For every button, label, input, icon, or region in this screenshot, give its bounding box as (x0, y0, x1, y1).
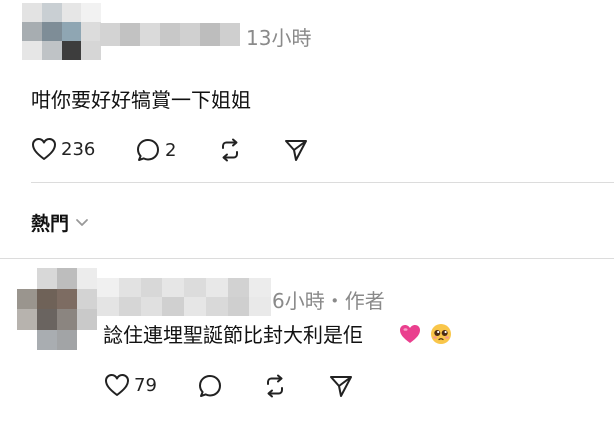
repost-button[interactable] (217, 137, 243, 163)
like-button[interactable]: 79 (104, 373, 157, 397)
reply-timestamp-author: 6小時・作者 (272, 289, 385, 313)
like-count: 79 (134, 374, 157, 396)
reply-button[interactable] (197, 373, 223, 399)
chevron-down-icon (76, 218, 88, 226)
sort-label: 熱門 (31, 213, 70, 235)
avatar[interactable] (17, 268, 97, 350)
heart-emoji (400, 325, 420, 343)
share-button[interactable] (283, 137, 309, 163)
send-icon (330, 376, 352, 397)
avatar[interactable] (22, 3, 101, 60)
reply-button[interactable]: 2 (135, 137, 176, 163)
pleading-face-emoji (431, 324, 451, 344)
username-blurred[interactable] (97, 278, 271, 316)
heart-icon (32, 138, 56, 160)
repost-icon (222, 138, 238, 162)
post-content: 咁你要好好犒賞一下姐姐 (31, 88, 251, 112)
reply-count: 2 (165, 139, 177, 161)
like-count: 236 (61, 138, 96, 160)
repost-button[interactable] (262, 373, 288, 399)
divider (0, 258, 614, 259)
sort-selector[interactable]: 熱門 (31, 209, 89, 236)
like-button[interactable]: 236 (31, 137, 95, 161)
heart-icon (105, 374, 129, 396)
divider (31, 182, 614, 183)
username-blurred[interactable] (100, 23, 240, 46)
repost-icon (267, 374, 283, 398)
post-timestamp: 13小時 (246, 26, 312, 50)
share-button[interactable] (328, 373, 354, 399)
comment-icon (137, 139, 159, 161)
send-icon (285, 140, 307, 161)
reply-content: 諗住連埋聖誕節比封大利是佢 (103, 323, 363, 347)
comment-icon (199, 375, 221, 397)
